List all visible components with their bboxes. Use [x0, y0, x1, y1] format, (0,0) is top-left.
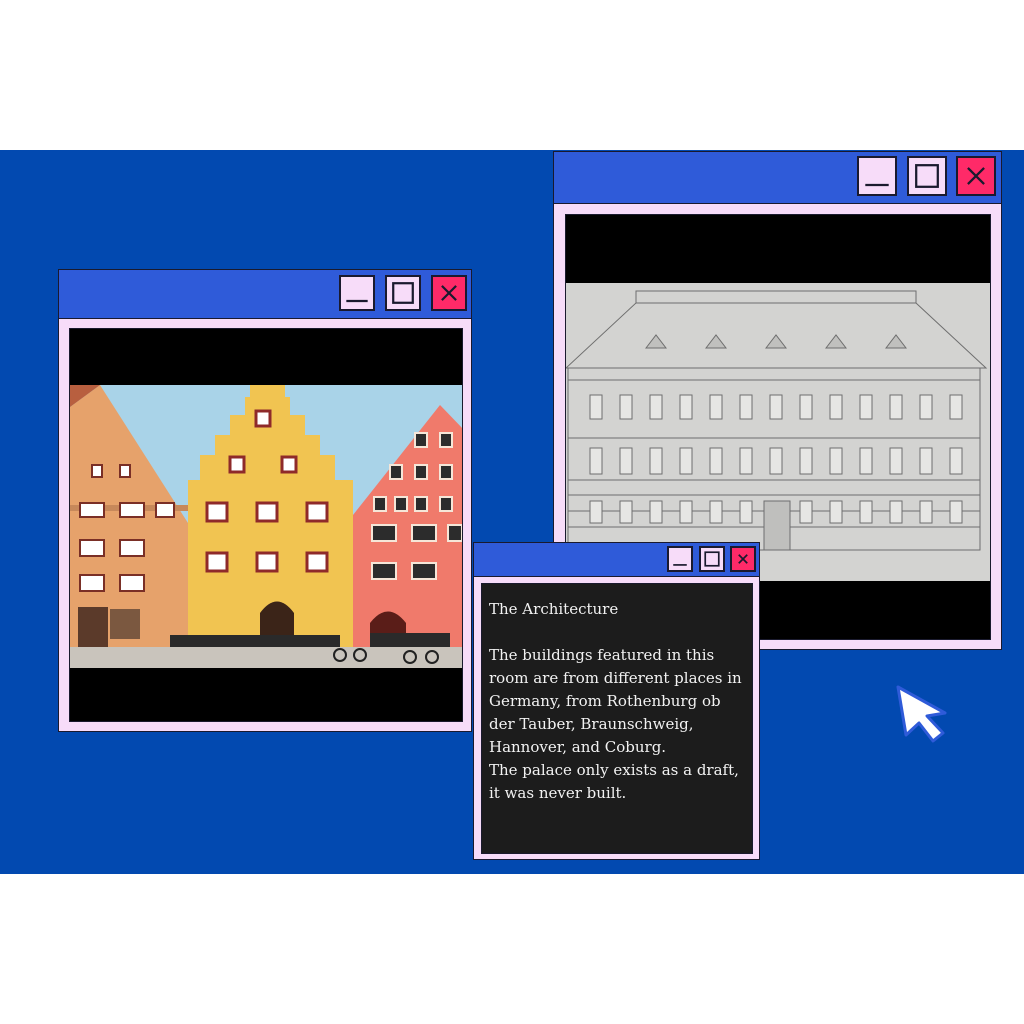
minimize-icon	[865, 183, 889, 187]
info-text: The Architecture The buildings featured …	[489, 598, 746, 805]
info-paragraph: The buildings featured in this room are …	[489, 646, 742, 756]
photo-window-titlebar[interactable]	[59, 270, 471, 319]
maximize-icon	[392, 282, 414, 304]
maximize-button[interactable]	[385, 275, 421, 311]
maximize-icon	[704, 551, 720, 567]
close-button[interactable]	[431, 275, 467, 311]
info-window[interactable]: The Architecture The buildings featured …	[473, 542, 760, 860]
minimize-button[interactable]	[857, 156, 897, 196]
palace-drawing	[566, 283, 990, 581]
mouse-pointer-icon	[896, 685, 947, 743]
maximize-button[interactable]	[699, 546, 725, 572]
close-icon	[441, 285, 457, 301]
info-window-titlebar[interactable]	[474, 543, 759, 577]
maximize-icon	[915, 164, 939, 188]
info-paragraph: The palace only exists as a draft, it wa…	[489, 761, 739, 802]
maximize-button[interactable]	[907, 156, 947, 196]
photo-viewer	[69, 328, 463, 722]
minimize-icon	[346, 299, 368, 303]
minimize-button[interactable]	[339, 275, 375, 311]
photo-window[interactable]	[58, 269, 472, 732]
info-title: The Architecture	[489, 600, 619, 618]
close-button[interactable]	[730, 546, 756, 572]
close-icon	[738, 554, 748, 564]
minimize-icon	[673, 564, 687, 566]
close-icon	[967, 167, 985, 185]
close-button[interactable]	[956, 156, 996, 196]
drawing-window-titlebar[interactable]	[554, 152, 1001, 204]
minimize-button[interactable]	[667, 546, 693, 572]
info-text-panel: The Architecture The buildings featured …	[481, 583, 753, 854]
town-square-photo	[70, 385, 462, 668]
